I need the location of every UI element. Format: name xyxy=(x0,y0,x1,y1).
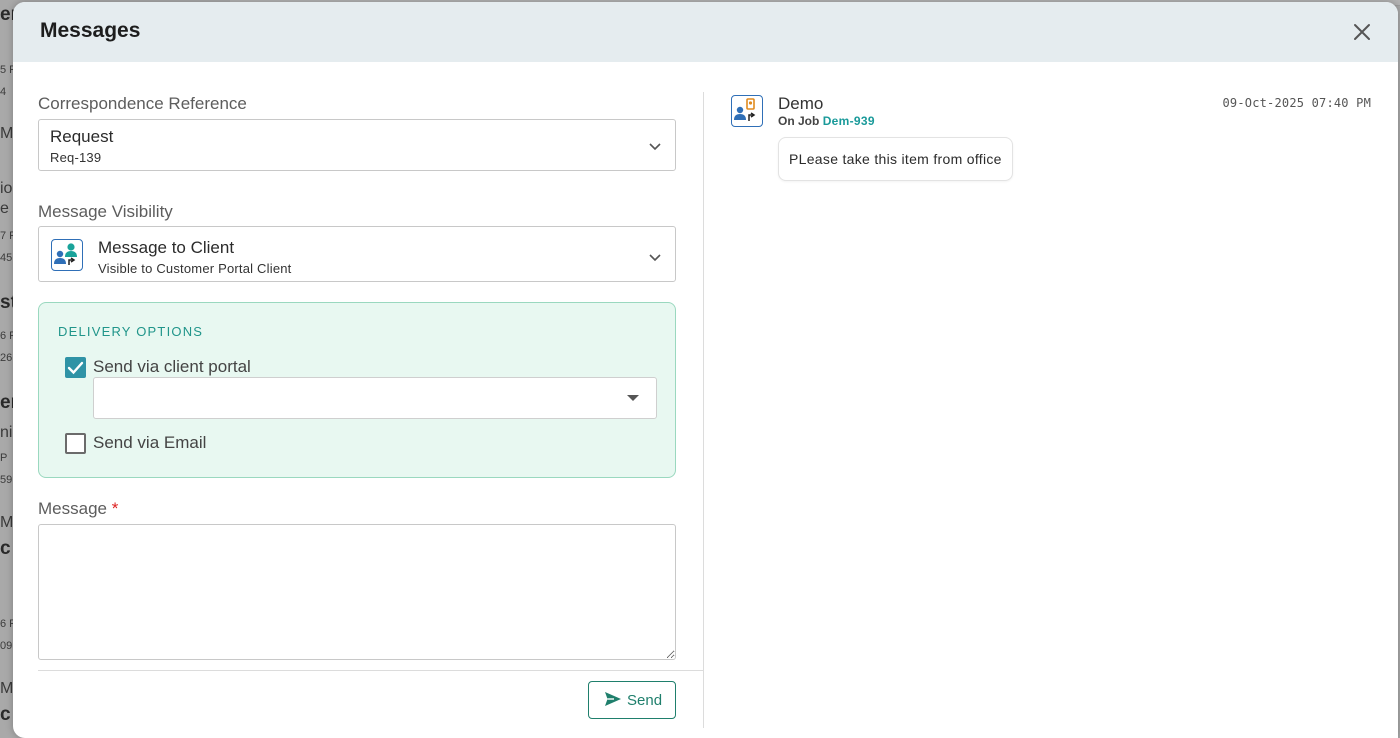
background-text: io xyxy=(0,180,13,197)
background-text: er xyxy=(0,4,14,25)
background-text: 45 xyxy=(0,252,13,264)
background-text: c xyxy=(0,538,11,559)
messages-modal: Messages Correspondence Reference Reques… xyxy=(13,2,1398,738)
message-label: Message * xyxy=(38,499,118,519)
compose-pane: Correspondence Reference Request Req-139… xyxy=(38,62,703,738)
modal-header: Messages xyxy=(13,2,1398,62)
client-portal-recipient-select[interactable] xyxy=(93,377,657,419)
message-visibility-select[interactable]: Message to Client Visible to Customer Po… xyxy=(38,226,676,282)
message-timestamp: 09-Oct-2025 07:40 PM xyxy=(1222,96,1371,110)
delivery-options-title: DELIVERY OPTIONS xyxy=(58,324,204,339)
client-portal-icon xyxy=(51,239,83,271)
background-text: M xyxy=(0,125,14,142)
background-text: M xyxy=(0,514,14,531)
message-visibility-subvalue: Visible to Customer Portal Client xyxy=(98,261,292,276)
message-visibility-value: Message to Client xyxy=(98,238,235,257)
message-job-prefix: On Job xyxy=(778,114,820,128)
background-text: 09 xyxy=(0,640,13,652)
pane-divider xyxy=(703,92,704,728)
message-textarea[interactable] xyxy=(38,524,676,660)
chevron-down-icon xyxy=(649,254,661,262)
send-via-email-checkbox[interactable] xyxy=(65,433,86,454)
correspondence-reference-label: Correspondence Reference xyxy=(38,94,247,113)
background-text: er xyxy=(0,392,14,413)
delivery-options-panel: DELIVERY OPTIONS Send via client portal … xyxy=(38,302,676,478)
send-button-label: Send xyxy=(627,692,663,709)
background-text: nir xyxy=(0,424,14,441)
background-text: 7 P xyxy=(0,230,14,242)
background-text: M xyxy=(0,680,14,697)
background-text: 26 xyxy=(0,352,13,364)
background-text: c xyxy=(0,704,11,725)
correspondence-reference-value: Request xyxy=(50,127,114,146)
send-via-email-label[interactable]: Send via Email xyxy=(93,433,206,453)
background-text: 5 P xyxy=(0,64,14,76)
message-label-text: Message xyxy=(38,499,107,518)
footer-divider xyxy=(38,670,703,671)
background-text: 6 P xyxy=(0,618,14,630)
send-button[interactable]: Send xyxy=(588,681,676,719)
client-message-icon xyxy=(731,95,763,127)
message-job-reference: On Job Dem-939 xyxy=(778,114,875,128)
correspondence-reference-subvalue: Req-139 xyxy=(50,150,102,165)
send-via-client-portal-label[interactable]: Send via client portal xyxy=(93,357,251,377)
background-text: e xyxy=(0,200,9,217)
required-marker: * xyxy=(111,499,119,518)
background-text: st xyxy=(0,292,14,313)
background-text: 6 P xyxy=(0,330,14,342)
modal-title: Messages xyxy=(40,19,141,42)
message-bubble: PLease take this item from office xyxy=(778,137,1013,181)
message-sender: Demo xyxy=(778,94,824,113)
caret-down-icon xyxy=(627,395,639,401)
send-via-client-portal-checkbox[interactable] xyxy=(65,357,86,378)
close-icon xyxy=(1354,24,1370,40)
close-button[interactable] xyxy=(1350,20,1374,44)
chevron-down-icon xyxy=(649,143,661,151)
checkmark-icon xyxy=(67,361,84,375)
message-item: Demo On Job Dem-939 09-Oct-2025 07:40 PM… xyxy=(731,94,1371,194)
background-text: P xyxy=(0,452,8,464)
message-visibility-label: Message Visibility xyxy=(38,202,173,221)
job-link[interactable]: Dem-939 xyxy=(823,114,875,128)
background-text: 4 xyxy=(0,86,7,98)
correspondence-reference-select[interactable]: Request Req-139 xyxy=(38,119,676,171)
background-text: 59 xyxy=(0,474,13,486)
send-icon xyxy=(605,692,621,706)
